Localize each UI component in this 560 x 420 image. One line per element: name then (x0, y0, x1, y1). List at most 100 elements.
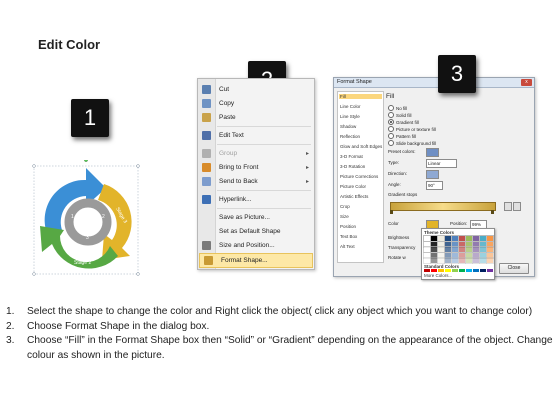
theme-color-swatch[interactable] (472, 257, 480, 264)
theme-color-swatch[interactable] (423, 251, 431, 259)
theme-color-swatch[interactable] (479, 240, 487, 248)
theme-color-swatch[interactable] (430, 251, 438, 259)
radio-gradient-fill[interactable]: Gradient fill (388, 119, 419, 125)
menu-item-bring-to-front[interactable]: Bring to Front ▸ (198, 161, 314, 174)
rotate-with-shape-checkbox[interactable]: Rotate w (388, 255, 406, 260)
theme-color-swatch[interactable] (423, 235, 431, 242)
theme-color-swatch[interactable] (423, 246, 431, 253)
menu-item-copy[interactable]: Copy (198, 97, 314, 110)
menu-item-size-and-position[interactable]: Size and Position... (198, 239, 314, 252)
remove-stop-button[interactable] (513, 202, 521, 211)
standard-color-swatch[interactable] (424, 269, 430, 272)
theme-color-swatch[interactable] (423, 240, 431, 248)
theme-color-swatch[interactable] (437, 240, 445, 248)
category-crop[interactable]: Crop (340, 204, 350, 209)
resize-handle[interactable] (32, 272, 36, 276)
category-size[interactable]: Size (340, 214, 349, 219)
theme-color-swatch[interactable] (486, 257, 494, 264)
category-3d-rotation[interactable]: 3-D Rotation (340, 164, 365, 169)
theme-color-swatch[interactable] (472, 246, 480, 253)
theme-color-swatch[interactable] (430, 257, 438, 264)
category-picture-corrections[interactable]: Picture Corrections (340, 174, 378, 179)
theme-color-swatch[interactable] (479, 235, 487, 242)
theme-color-swatch[interactable] (437, 246, 445, 253)
theme-color-swatch[interactable] (465, 251, 473, 259)
theme-color-swatch[interactable] (472, 240, 480, 248)
more-colors-link[interactable]: More Colors... (424, 273, 452, 278)
theme-color-swatch[interactable] (437, 235, 445, 242)
theme-color-swatch[interactable] (458, 240, 466, 248)
standard-color-swatch[interactable] (431, 269, 437, 272)
theme-color-swatch[interactable] (430, 235, 438, 242)
theme-color-swatch[interactable] (430, 246, 438, 253)
theme-color-swatch[interactable] (479, 257, 487, 264)
dialog-close-icon[interactable]: x (521, 79, 532, 86)
menu-item-hyperlink[interactable]: Hyperlink... (198, 193, 314, 206)
category-alt-text[interactable]: Alt Text (340, 244, 355, 249)
theme-color-swatch[interactable] (444, 257, 452, 264)
theme-color-swatch[interactable] (458, 235, 466, 242)
resize-handle[interactable] (136, 164, 140, 168)
direction-picker[interactable] (426, 170, 439, 179)
theme-color-swatch[interactable] (423, 257, 431, 264)
theme-color-swatch[interactable] (465, 257, 473, 264)
standard-color-swatch[interactable] (473, 269, 479, 272)
radio-pattern-fill[interactable]: Pattern fill (388, 133, 416, 139)
resize-handle[interactable] (136, 272, 140, 276)
radio-no-fill[interactable]: No fill (388, 105, 407, 111)
theme-color-swatch[interactable] (451, 240, 459, 248)
standard-color-swatch[interactable] (480, 269, 486, 272)
theme-color-swatch[interactable] (458, 257, 466, 264)
theme-color-swatch[interactable] (486, 251, 494, 259)
radio-solid-fill[interactable]: Solid fill (388, 112, 412, 118)
theme-color-swatch[interactable] (458, 251, 466, 259)
cycle-diagram[interactable]: Stage 1 Stage 2 Stage 3 1 2 3 (26, 160, 146, 280)
category-shadow[interactable]: Shadow (340, 124, 356, 129)
menu-item-set-default-shape[interactable]: Set as Default Shape (198, 225, 314, 238)
standard-color-swatch[interactable] (452, 269, 458, 272)
standard-color-swatch[interactable] (445, 269, 451, 272)
theme-color-swatch[interactable] (451, 257, 459, 264)
theme-color-swatch[interactable] (430, 240, 438, 248)
category-glow[interactable]: Glow and Soft Edges (340, 144, 382, 149)
standard-color-swatch[interactable] (459, 269, 465, 272)
standard-color-swatch[interactable] (438, 269, 444, 272)
add-stop-button[interactable] (504, 202, 512, 211)
theme-color-swatch[interactable] (444, 240, 452, 248)
radio-picture-fill[interactable]: Picture or texture fill (388, 126, 436, 132)
standard-color-swatch[interactable] (466, 269, 472, 272)
theme-color-swatch[interactable] (465, 235, 473, 242)
menu-item-send-to-back[interactable]: Send to Back ▸ (198, 175, 314, 188)
theme-color-swatch[interactable] (451, 246, 459, 253)
theme-color-swatch[interactable] (465, 240, 473, 248)
theme-color-swatch[interactable] (444, 235, 452, 242)
theme-color-swatch[interactable] (486, 235, 494, 242)
menu-item-save-as-picture[interactable]: Save as Picture... (198, 211, 314, 224)
gradient-stop-handle[interactable] (491, 210, 494, 214)
category-3d-format[interactable]: 3-D Format (340, 154, 363, 159)
category-reflection[interactable]: Reflection (340, 134, 360, 139)
category-text-box[interactable]: Text Box (340, 234, 357, 239)
theme-color-swatch[interactable] (479, 246, 487, 253)
category-line-color[interactable]: Line Color (340, 104, 361, 109)
gradient-stop-handle[interactable] (390, 210, 393, 214)
theme-color-swatch[interactable] (479, 251, 487, 259)
theme-color-swatch[interactable] (444, 246, 452, 253)
category-line-style[interactable]: Line Style (340, 114, 360, 119)
theme-color-swatch[interactable] (437, 251, 445, 259)
rotate-handle[interactable] (84, 160, 88, 162)
theme-color-swatch[interactable] (451, 235, 459, 242)
category-position[interactable]: Position (340, 224, 356, 229)
theme-color-swatch[interactable] (437, 257, 445, 264)
type-select[interactable]: Linear (426, 159, 457, 168)
theme-color-swatch[interactable] (444, 251, 452, 259)
angle-input[interactable]: 90° (426, 181, 443, 190)
menu-item-paste[interactable]: Paste (198, 111, 314, 124)
menu-item-cut[interactable]: Cut (198, 83, 314, 96)
theme-color-swatch[interactable] (465, 246, 473, 253)
preset-colors-picker[interactable] (426, 148, 439, 157)
close-button[interactable]: Close (499, 263, 529, 274)
theme-color-swatch[interactable] (472, 235, 480, 242)
theme-color-swatch[interactable] (458, 246, 466, 253)
theme-color-swatch[interactable] (472, 251, 480, 259)
